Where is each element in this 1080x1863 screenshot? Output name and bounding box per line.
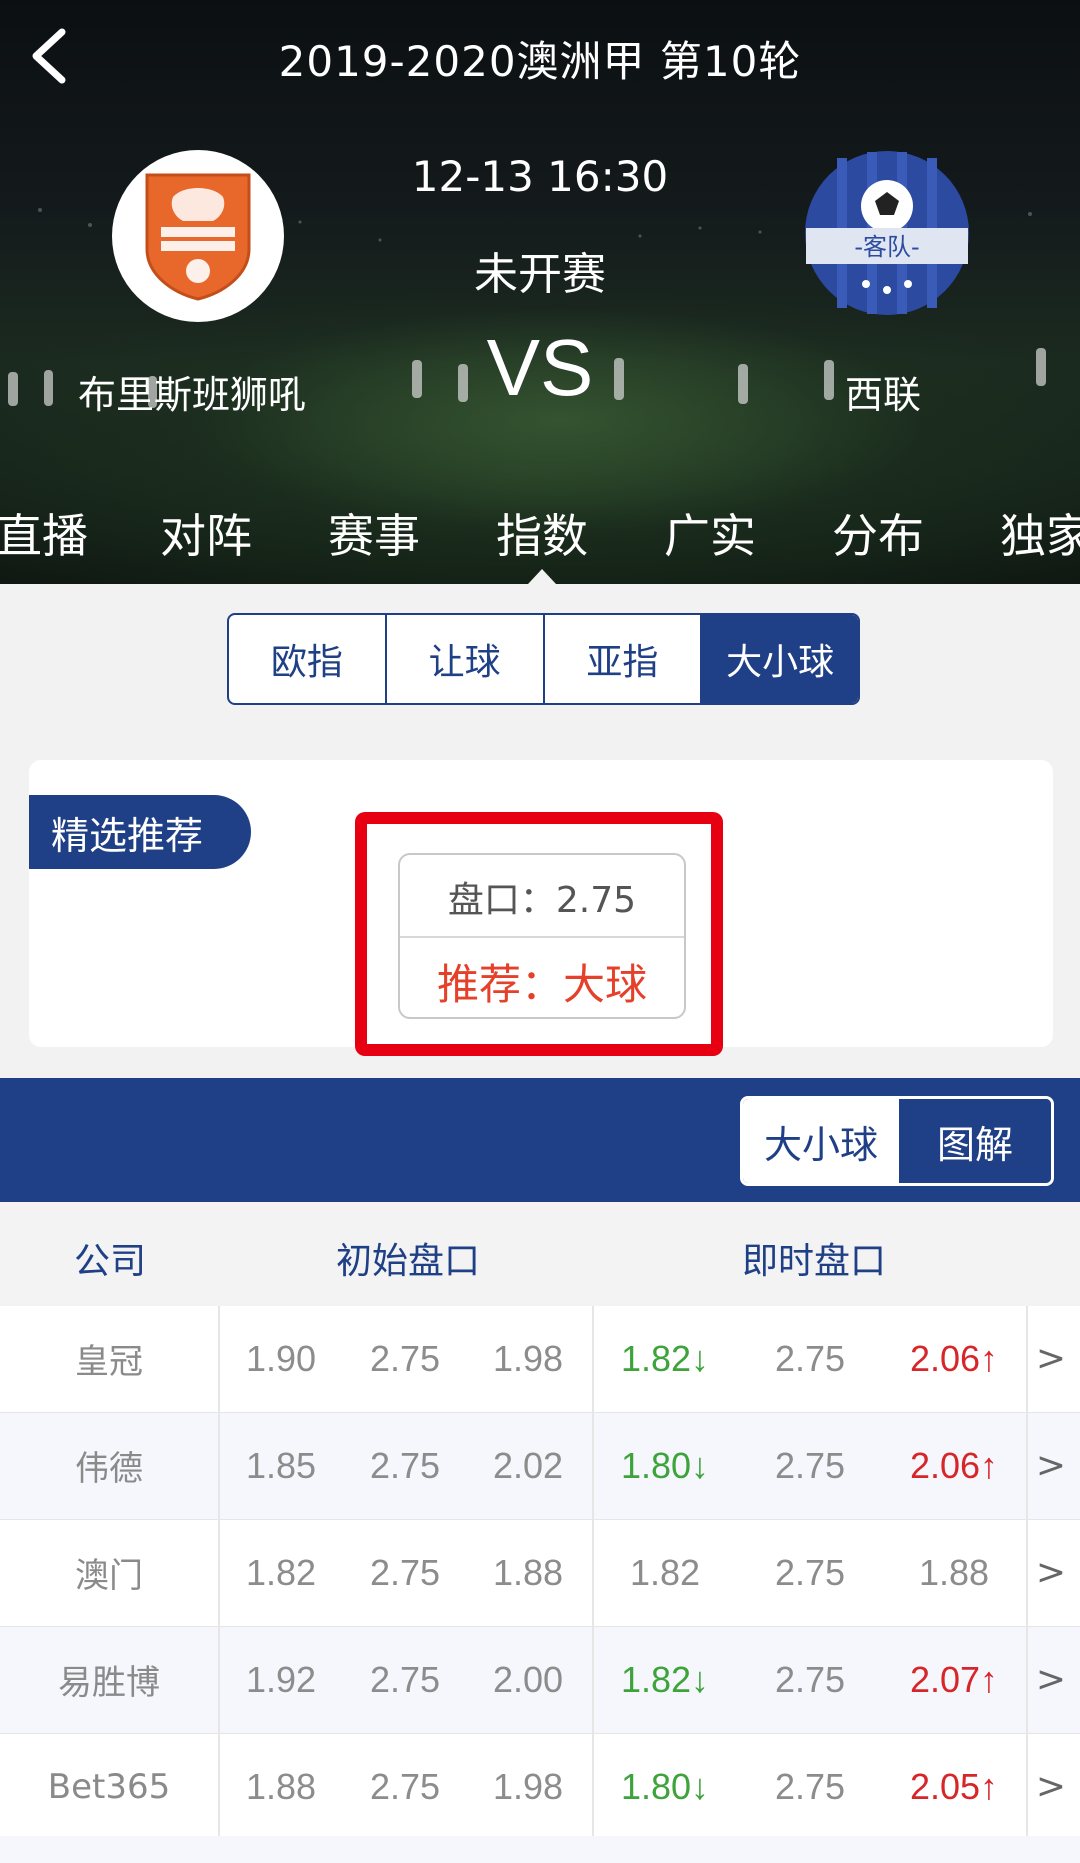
recommend-pick-box[interactable]: 盘口：2.75 推荐：大球 xyxy=(398,853,686,1019)
recommend-pick: 推荐：大球 xyxy=(436,960,647,1009)
page-title: 2019-2020澳洲甲 第10轮 xyxy=(278,37,802,86)
chevron-right-icon[interactable]: > xyxy=(1036,1627,1066,1732)
header-live: 即时盘口 xyxy=(742,1241,887,1282)
tab-live[interactable]: 直播 xyxy=(0,500,88,566)
odds-type-segmented: 欧指 让球 亚指 大小球 xyxy=(227,613,860,705)
tab-events[interactable]: 赛事 xyxy=(328,500,420,566)
tab-lineup[interactable]: 对阵 xyxy=(160,500,252,566)
live-odds-cell: 2.75 xyxy=(774,1444,846,1486)
home-team-name: 布里斯班狮吼 xyxy=(78,373,307,417)
chevron-right-icon[interactable]: > xyxy=(1036,1413,1066,1518)
live-odds-cell: 1.88 xyxy=(918,1551,990,1593)
initial-odds-cell: 2.02 xyxy=(492,1444,564,1486)
live-odds-cell: 2.75 xyxy=(774,1337,846,1379)
chevron-right-icon[interactable]: > xyxy=(1036,1306,1066,1411)
segment-european-odds[interactable]: 欧指 xyxy=(229,615,387,703)
away-logo-text: -客队- xyxy=(854,233,919,261)
tab-broadcast[interactable]: 广实 xyxy=(664,500,756,566)
chevron-right-icon[interactable]: > xyxy=(1036,1734,1066,1839)
header-company: 公司 xyxy=(74,1241,147,1282)
tab-exclusive[interactable]: 独家 xyxy=(1000,500,1080,566)
table-end xyxy=(0,1836,1080,1863)
away-team-logo[interactable]: -客队- xyxy=(802,148,972,318)
segment-asian-odds[interactable]: 亚指 xyxy=(545,615,703,703)
brisbane-roar-logo xyxy=(145,173,251,301)
initial-odds-cell: 2.75 xyxy=(369,1337,441,1379)
initial-odds-cell: 1.88 xyxy=(245,1765,317,1807)
company-name: 皇冠 xyxy=(75,1342,143,1382)
header-initial: 初始盘口 xyxy=(336,1241,481,1282)
live-odds-cell: 1.82↓ xyxy=(620,1658,710,1700)
table-row[interactable]: Bet365 1.88 2.75 1.98 1.80↓ 2.75 2.05↑ > xyxy=(0,1734,1080,1841)
company-name: Bet365 xyxy=(47,1766,171,1807)
live-odds-cell: 1.80↓ xyxy=(620,1765,710,1807)
initial-odds-cell: 1.82 xyxy=(245,1551,317,1593)
tab-odds[interactable]: 指数 xyxy=(496,500,588,566)
column-divider xyxy=(1026,1306,1028,1412)
initial-odds-cell: 2.00 xyxy=(492,1658,564,1700)
live-odds-cell: 2.07↑ xyxy=(909,1658,999,1700)
odds-table-header: 公司 初始盘口 即时盘口 xyxy=(0,1202,1080,1306)
column-divider xyxy=(1026,1734,1028,1840)
column-divider xyxy=(1026,1627,1028,1733)
column-divider xyxy=(1026,1520,1028,1626)
recommend-line: 盘口：2.75 xyxy=(447,880,637,921)
live-odds-cell: 2.06↑ xyxy=(909,1337,999,1379)
toggle-over-under[interactable]: 大小球 xyxy=(743,1099,899,1183)
chevron-right-icon[interactable]: > xyxy=(1036,1520,1066,1625)
company-name: 伟德 xyxy=(75,1449,143,1489)
live-odds-cell: 2.75 xyxy=(774,1765,846,1807)
toggle-chart[interactable]: 图解 xyxy=(899,1099,1051,1183)
table-row[interactable]: 澳门 1.82 2.75 1.88 1.82 2.75 1.88 > xyxy=(0,1520,1080,1627)
match-tabs: 直播 对阵 赛事 指数 广实 分布 独家 xyxy=(0,500,1080,563)
initial-odds-cell: 1.98 xyxy=(492,1765,564,1807)
home-team-logo[interactable] xyxy=(112,150,284,322)
tab-distribution[interactable]: 分布 xyxy=(832,500,924,566)
initial-odds-cell: 2.75 xyxy=(369,1658,441,1700)
company-name: 易胜博 xyxy=(58,1663,160,1703)
initial-odds-cell: 1.92 xyxy=(245,1658,317,1700)
live-odds-cell: 1.82 xyxy=(629,1551,701,1593)
live-odds-cell: 1.82↓ xyxy=(620,1337,710,1379)
divider xyxy=(400,936,684,938)
live-odds-cell: 2.75 xyxy=(774,1658,846,1700)
initial-odds-cell: 2.75 xyxy=(369,1444,441,1486)
segment-over-under[interactable]: 大小球 xyxy=(702,615,858,703)
initial-odds-cell: 1.88 xyxy=(492,1551,564,1593)
initial-odds-cell: 2.75 xyxy=(369,1551,441,1593)
company-name: 澳门 xyxy=(75,1556,143,1596)
table-row[interactable]: 皇冠 1.90 2.75 1.98 1.82↓ 2.75 2.06↑ > xyxy=(0,1306,1080,1413)
live-odds-cell: 2.05↑ xyxy=(909,1765,999,1807)
table-row[interactable]: 易胜博 1.92 2.75 2.00 1.82↓ 2.75 2.07↑ > xyxy=(0,1627,1080,1734)
match-header: 2019-2020澳洲甲 第10轮 12-13 16:30 未开赛 VS 布里斯… xyxy=(0,0,1080,584)
initial-odds-cell: 1.98 xyxy=(492,1337,564,1379)
live-odds-cell: 2.06↑ xyxy=(909,1444,999,1486)
initial-odds-cell: 1.85 xyxy=(245,1444,317,1486)
segment-handicap[interactable]: 让球 xyxy=(387,615,545,703)
view-toggle: 大小球 图解 xyxy=(740,1096,1054,1186)
recommend-badge: 精选推荐 xyxy=(29,795,251,869)
active-tab-pointer xyxy=(528,569,556,584)
odds-table: 皇冠 1.90 2.75 1.98 1.82↓ 2.75 2.06↑ > 伟德 1.85 2.75 2… xyxy=(0,1306,1080,1841)
away-team-shield-logo: -客队- xyxy=(805,151,969,315)
away-team-name: 西联 xyxy=(845,373,922,417)
initial-odds-cell: 1.90 xyxy=(245,1337,317,1379)
live-odds-cell: 1.80↓ xyxy=(620,1444,710,1486)
initial-odds-cell: 2.75 xyxy=(369,1765,441,1807)
column-divider xyxy=(1026,1413,1028,1519)
live-odds-cell: 2.75 xyxy=(774,1551,846,1593)
table-row[interactable]: 伟德 1.85 2.75 2.02 1.80↓ 2.75 2.06↑ > xyxy=(0,1413,1080,1520)
